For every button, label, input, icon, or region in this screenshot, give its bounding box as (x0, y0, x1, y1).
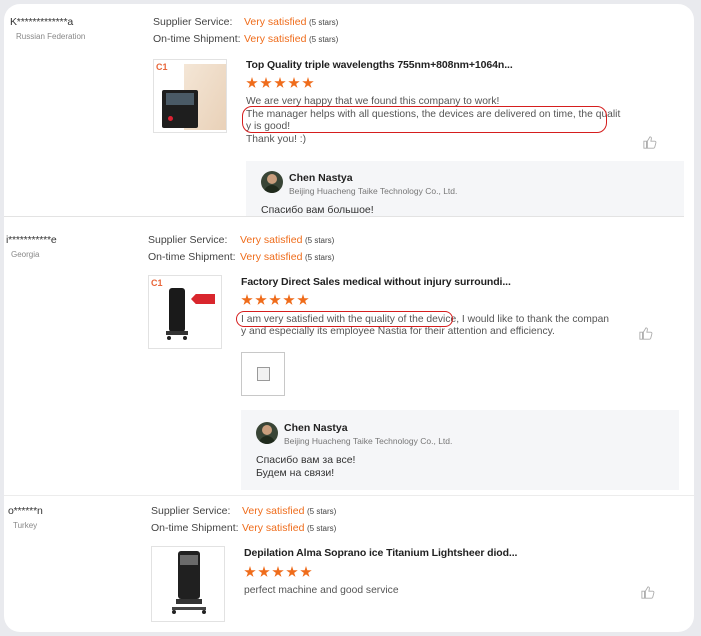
product-title[interactable]: Top Quality triple wavelengths 755nm+808… (246, 59, 513, 71)
rating-stars (246, 77, 314, 89)
supplier-service-label: Supplier Service: (148, 234, 228, 246)
supplier-reply: Chen Nastya Beijing Huacheng Taike Techn… (241, 410, 679, 490)
reviewer-country: Georgia (11, 250, 40, 259)
star-icon (286, 566, 298, 577)
star-icon (272, 566, 284, 577)
shipment-value: Very satisfied (240, 251, 303, 263)
supplier-service-value: Very satisfied (242, 505, 305, 517)
review-text-line: Thank you! :) (246, 134, 307, 145)
supplier-service-label: Supplier Service: (153, 16, 233, 28)
shipment-label: On-time Shipment: (151, 522, 239, 534)
reply-message: Спасибо вам большое! (261, 204, 374, 216)
product-thumbnail[interactable]: C1 (148, 275, 222, 349)
reviewer-name: i***********e (6, 234, 57, 246)
avatar (256, 422, 278, 444)
review-text-line: perfect machine and good service (244, 585, 399, 596)
thumbs-up-icon[interactable] (641, 585, 655, 599)
thumbs-up-icon[interactable] (643, 135, 657, 149)
shipment-stars: (5 stars) (309, 35, 339, 44)
product-badge: C1 (156, 62, 168, 72)
shipment-value: Very satisfied (244, 33, 307, 45)
star-icon (260, 77, 272, 88)
shipment-value: Very satisfied (242, 522, 305, 534)
review-text-line: y and especially its employee Nastia for… (241, 326, 555, 337)
star-icon (246, 77, 258, 88)
star-icon (302, 77, 314, 88)
reviewer-country: Turkey (13, 521, 38, 530)
rating-stars (241, 294, 309, 306)
supplier-service-stars: (5 stars) (309, 18, 339, 27)
supplier-service-stars: (5 stars) (307, 507, 337, 516)
supplier-service-stars: (5 stars) (305, 236, 335, 245)
highlight-circle (236, 311, 453, 327)
thumbs-up-icon[interactable] (639, 326, 653, 340)
star-icon (258, 566, 270, 577)
divider (4, 216, 684, 217)
star-icon (297, 294, 309, 305)
star-icon (288, 77, 300, 88)
star-icon (241, 294, 253, 305)
star-icon (255, 294, 267, 305)
shipment-stars: (5 stars) (307, 524, 337, 533)
product-title[interactable]: Depilation Alma Soprano ice Titanium Lig… (244, 547, 517, 559)
product-thumbnail[interactable] (151, 546, 225, 622)
supplier-service-label: Supplier Service: (151, 505, 231, 517)
shipment-label: On-time Shipment: (148, 251, 236, 263)
reviewer-country: Russian Federation (16, 32, 86, 41)
star-icon (244, 566, 256, 577)
reply-message: Спасибо вам за все! (256, 454, 356, 466)
supplier-reply: Chen Nastya Beijing Huacheng Taike Techn… (246, 161, 684, 216)
reviewer-name: o******n (8, 505, 43, 517)
divider (4, 495, 694, 496)
star-icon (269, 294, 281, 305)
supplier-service-value: Very satisfied (244, 16, 307, 28)
reply-message: Будем на связи! (256, 467, 335, 479)
shipment-label: On-time Shipment: (153, 33, 241, 45)
reviews-panel: K*************a Russian Federation Suppl… (4, 4, 694, 632)
star-icon (283, 294, 295, 305)
avatar (261, 171, 283, 193)
product-badge: C1 (151, 278, 163, 288)
reply-company: Beijing Huacheng Taike Technology Co., L… (289, 186, 458, 196)
reply-author-name: Chen Nastya (289, 172, 353, 184)
reply-author-name: Chen Nastya (284, 422, 348, 434)
broken-image-icon[interactable] (241, 352, 285, 396)
product-title[interactable]: Factory Direct Sales medical without inj… (241, 276, 511, 288)
shipment-stars: (5 stars) (305, 253, 335, 262)
highlight-circle (242, 106, 607, 133)
star-icon (300, 566, 312, 577)
product-thumbnail[interactable]: C1 (153, 59, 227, 133)
reply-company: Beijing Huacheng Taike Technology Co., L… (284, 436, 453, 446)
rating-stars (244, 566, 312, 578)
star-icon (274, 77, 286, 88)
reviewer-name: K*************a (10, 16, 73, 28)
supplier-service-value: Very satisfied (240, 234, 303, 246)
